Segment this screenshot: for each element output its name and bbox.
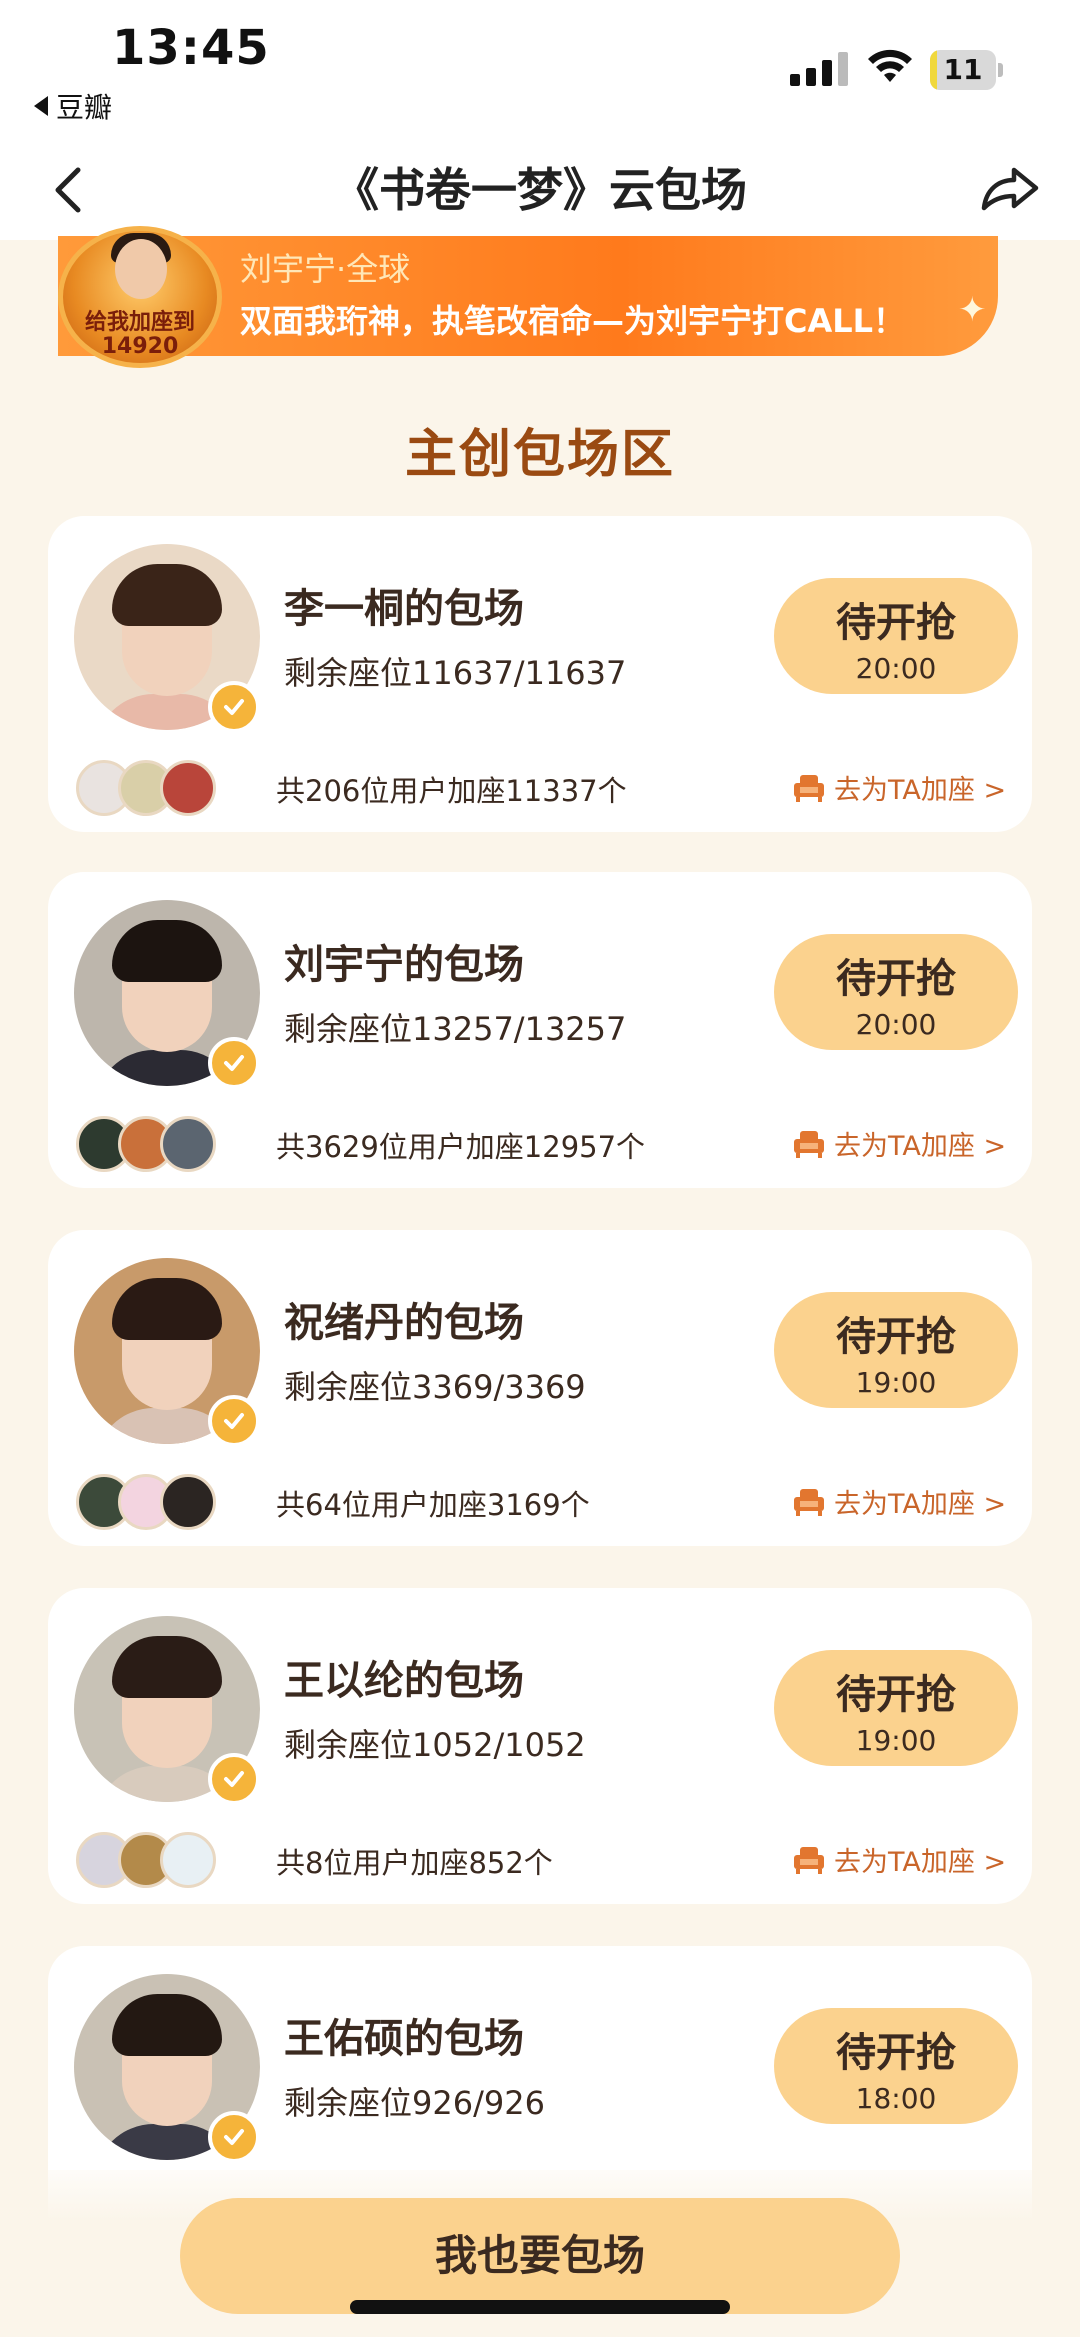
screening-title: 李一桐的包场	[284, 586, 524, 632]
grab-button-time: 18:00	[855, 2082, 937, 2115]
remaining-seats: 剩余座位13257/13257	[284, 1010, 627, 1048]
add-seat-link[interactable]: 去为TA加座 >	[792, 1482, 1006, 1521]
grab-button-label: 待开抢	[836, 1314, 956, 1360]
verified-icon	[208, 1753, 260, 1805]
back-app-label: 豆瓣	[56, 91, 113, 124]
join-info: 共206位用户加座11337个	[276, 774, 627, 808]
screening-title: 王佑硕的包场	[284, 2016, 524, 2062]
sofa-icon	[794, 774, 824, 802]
remaining-seats: 剩余座位11637/11637	[284, 654, 627, 692]
back-to-app-link[interactable]: 豆瓣	[34, 86, 112, 126]
add-seat-link[interactable]: 去为TA加座 >	[792, 1124, 1006, 1163]
screening-card[interactable]: 王以纶的包场 剩余座位1052/1052 待开抢 19:00 共8位用户加座85…	[48, 1588, 1032, 1904]
grab-button-time: 19:00	[855, 1366, 937, 1399]
back-triangle-icon	[34, 96, 48, 116]
grab-ticket-button[interactable]: 待开抢 20:00	[774, 934, 1018, 1050]
join-info: 共8位用户加座852个	[276, 1846, 553, 1880]
battery-icon: 11	[930, 50, 1004, 90]
screening-card[interactable]: 祝绪丹的包场 剩余座位3369/3369 待开抢 19:00 共64位用户加座3…	[48, 1230, 1032, 1546]
sparkle-icon: ✦	[958, 290, 987, 330]
participant-avatars	[76, 760, 276, 816]
grab-button-time: 20:00	[855, 652, 937, 685]
participant-avatar	[160, 1832, 216, 1888]
grab-ticket-button[interactable]: 待开抢 18:00	[774, 2008, 1018, 2124]
screening-card[interactable]: 李一桐的包场 剩余座位11637/11637 待开抢 20:00 共206位用户…	[48, 516, 1032, 832]
remaining-seats: 剩余座位3369/3369	[284, 1368, 586, 1406]
verified-icon	[208, 1395, 260, 1447]
screening-title: 祝绪丹的包场	[284, 1300, 524, 1346]
add-seat-label: 去为TA加座 >	[834, 1847, 1007, 1878]
share-icon[interactable]	[978, 158, 1042, 218]
verified-icon	[208, 1037, 260, 1089]
join-info: 共3629位用户加座12957个	[276, 1130, 646, 1164]
battery-level-text: 11	[943, 53, 983, 86]
banner-badge-avatar: 给我加座到 14920	[58, 226, 222, 368]
add-seat-label: 去为TA加座 >	[834, 1489, 1007, 1520]
sofa-icon	[794, 1846, 824, 1874]
join-info: 共64位用户加座3169个	[276, 1488, 590, 1522]
grab-ticket-button[interactable]: 待开抢 20:00	[774, 578, 1018, 694]
banner-badge-text: 给我加座到 14920	[84, 310, 195, 359]
page-title: 《书卷一梦》云包场	[333, 163, 747, 217]
verified-icon	[208, 2111, 260, 2163]
verified-icon	[208, 681, 260, 733]
screening-title: 王以纶的包场	[284, 1658, 524, 1704]
screening-card[interactable]: 刘宇宁的包场 剩余座位13257/13257 待开抢 20:00 共3629位用…	[48, 872, 1032, 1188]
banner-name: 刘宇宁·全球	[240, 250, 411, 288]
remaining-seats: 剩余座位1052/1052	[284, 1726, 586, 1764]
participant-avatar	[160, 1116, 216, 1172]
participant-avatars	[76, 1116, 276, 1172]
grab-button-label: 待开抢	[836, 2030, 956, 2076]
home-indicator	[350, 2300, 730, 2314]
sofa-icon	[794, 1130, 824, 1158]
grab-button-time: 19:00	[855, 1724, 937, 1757]
nav-bar: 《书卷一梦》云包场	[0, 140, 1080, 240]
add-seat-link[interactable]: 去为TA加座 >	[792, 768, 1006, 807]
grab-button-label: 待开抢	[836, 1672, 956, 1718]
participant-avatar	[160, 760, 216, 816]
grab-ticket-button[interactable]: 待开抢 19:00	[774, 1292, 1018, 1408]
sofa-icon	[794, 1488, 824, 1516]
participant-avatar	[160, 1474, 216, 1530]
add-seat-label: 去为TA加座 >	[834, 1131, 1007, 1162]
grab-button-label: 待开抢	[836, 600, 956, 646]
remaining-seats: 剩余座位926/926	[284, 2084, 545, 2122]
grab-ticket-button[interactable]: 待开抢 19:00	[774, 1650, 1018, 1766]
add-seat-link[interactable]: 去为TA加座 >	[792, 1840, 1006, 1879]
status-time: 13:45	[112, 20, 270, 76]
grab-button-time: 20:00	[855, 1008, 937, 1041]
add-seat-label: 去为TA加座 >	[834, 775, 1007, 806]
section-title: 主创包场区	[404, 425, 675, 485]
wifi-icon	[868, 49, 912, 82]
create-screening-button[interactable]: 我也要包场	[180, 2198, 900, 2314]
status-bar: 13:45 豆瓣 11	[0, 0, 1080, 140]
cellular-signal-icon	[790, 52, 848, 86]
banner-slogan: 双面我珩神，执笔改宿命—为刘宇宁打CALL！	[240, 302, 906, 340]
grab-button-label: 待开抢	[836, 956, 956, 1002]
screening-title: 刘宇宁的包场	[284, 942, 524, 988]
participant-avatars	[76, 1832, 276, 1888]
participant-avatars	[76, 1474, 276, 1530]
